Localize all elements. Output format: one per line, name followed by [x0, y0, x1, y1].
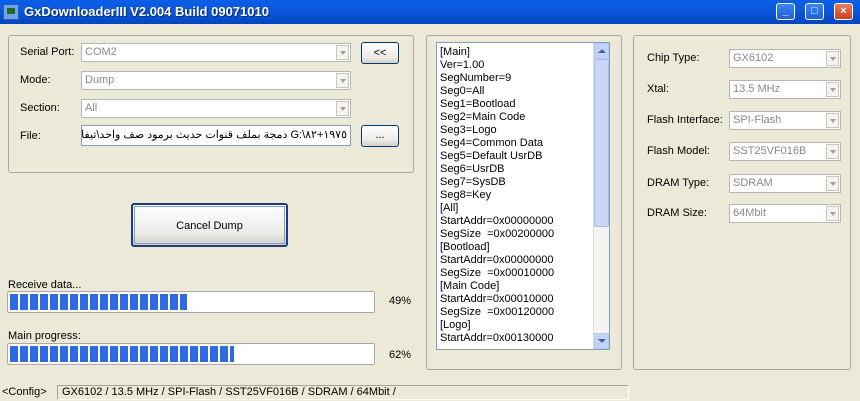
log-line: SegSize =0x00010000 — [440, 267, 555, 279]
chip-type-label: Chip Type: — [647, 52, 700, 64]
chevron-down-icon — [826, 113, 839, 128]
log-line: Seg0=All — [440, 85, 485, 97]
scroll-up-button[interactable] — [594, 43, 609, 59]
collapse-button[interactable]: << — [361, 42, 399, 64]
section-label: Section: — [20, 102, 60, 114]
main-progress-label: Main progress: — [8, 330, 81, 342]
xtal-value: 13.5 MHz — [733, 83, 781, 95]
receive-progress-bar — [7, 291, 375, 313]
flash-interface-select[interactable]: SPI-Flash — [729, 111, 841, 130]
scroll-up-icon — [598, 49, 606, 53]
chip-type-value: GX6102 — [733, 52, 774, 64]
dram-size-select[interactable]: 64Mbit — [729, 204, 841, 223]
flash-model-select[interactable]: SST25VF016B — [729, 142, 841, 161]
file-label: File: — [20, 130, 41, 142]
chevron-down-icon — [826, 206, 839, 221]
scroll-down-button[interactable] — [594, 333, 609, 349]
log-line: Seg7=SysDB — [440, 176, 506, 188]
log-line: Seg2=Main Code — [440, 111, 526, 123]
chevron-down-icon — [826, 51, 839, 66]
cancel-dump-button[interactable]: Cancel Dump — [131, 203, 288, 247]
log-line: Seg3=Logo — [440, 124, 497, 136]
dram-size-label: DRAM Size: — [647, 207, 707, 219]
mode-label: Mode: — [20, 74, 51, 86]
flash-model-value: SST25VF016B — [733, 145, 807, 157]
log-line: Seg6=UsrDB — [440, 163, 505, 175]
section-value: All — [85, 102, 98, 114]
close-button[interactable]: × — [834, 3, 853, 20]
chevron-down-icon — [826, 144, 839, 159]
log-line: Ver=1.00 — [440, 59, 485, 71]
serial-port-value: COM2 — [85, 46, 117, 58]
flash-interface-value: SPI-Flash — [733, 114, 782, 126]
log-line: [Bootload] — [440, 241, 490, 253]
dram-size-value: 64Mbit — [733, 207, 767, 219]
log-line: [Logo] — [440, 319, 471, 331]
log-line: StartAddr=0x00000000 — [440, 215, 554, 227]
status-tag: <Config> — [2, 386, 47, 398]
log-line: StartAddr=0x00010000 — [440, 293, 554, 305]
mode-value: Dump — [85, 74, 115, 86]
dram-type-select[interactable]: SDRAM — [729, 174, 841, 193]
log-line: Seg4=Common Data — [440, 137, 544, 149]
main-progress-fill — [10, 346, 235, 362]
flash-interface-label: Flash Interface: — [647, 114, 723, 126]
chevron-down-icon — [336, 101, 349, 116]
section-select[interactable]: All — [81, 99, 351, 118]
serial-port-label: Serial Port: — [20, 46, 75, 58]
log-line: [Main Code] — [440, 280, 500, 292]
main-percent: 62% — [389, 349, 412, 361]
status-summary: GX6102 / 13.5 MHz / SPI-Flash / SST25VF0… — [62, 386, 396, 398]
maximize-button[interactable]: □ — [805, 3, 824, 20]
dram-type-label: DRAM Type: — [647, 177, 710, 189]
flash-model-label: Flash Model: — [647, 145, 710, 157]
log-line: [All] — [440, 202, 459, 214]
segment-log-list[interactable]: [Main] Ver=1.00 SegNumber=9 Seg0=All Seg1=Bo… — [436, 42, 610, 350]
log-line: Seg1=Bootload — [440, 98, 516, 110]
log-line: StartAddr=0x00130000 — [440, 332, 554, 344]
chevron-down-icon — [826, 82, 839, 97]
file-path-input[interactable]: G:\۸۲+۱۹۷٥ دمجة بملف قنوات حديث برمود صف… — [81, 125, 351, 146]
xtal-label: Xtal: — [647, 83, 670, 95]
xtal-select[interactable]: 13.5 MHz — [729, 80, 841, 99]
dram-type-value: SDRAM — [733, 177, 773, 189]
log-line: Seg8=Key — [440, 189, 492, 201]
app-icon — [3, 4, 19, 20]
scroll-thumb[interactable] — [594, 59, 609, 227]
scroll-down-icon — [598, 339, 606, 343]
chevron-down-icon — [826, 176, 839, 191]
log-scrollbar[interactable] — [593, 43, 609, 349]
serial-port-select[interactable]: COM2 — [81, 43, 351, 62]
chevron-down-icon — [336, 45, 349, 60]
window-title: GxDownloaderIII V2.004 Build 09071010 — [24, 4, 269, 19]
log-line: StartAddr=0x00000000 — [440, 254, 554, 266]
status-bar: <Config> GX6102 / 13.5 MHz / SPI-Flash /… — [0, 384, 860, 401]
browse-button[interactable]: ... — [361, 125, 399, 147]
log-line: [Main] — [440, 46, 470, 58]
receive-percent: 49% — [389, 295, 412, 307]
log-line: SegSize =0x00200000 — [440, 228, 555, 240]
log-line: SegSize =0x00120000 — [440, 306, 555, 318]
chip-type-select[interactable]: GX6102 — [729, 49, 841, 68]
log-line: Seg5=Default UsrDB — [440, 150, 543, 162]
log-line: SegNumber=9 — [440, 72, 512, 84]
mode-select[interactable]: Dump — [81, 71, 351, 90]
main-progress-bar — [7, 343, 375, 365]
chevron-down-icon — [336, 73, 349, 88]
log-lines: [Main] Ver=1.00 SegNumber=9 Seg0=All Seg1=Bo… — [440, 46, 554, 345]
receive-progress-fill — [10, 294, 188, 310]
title-bar: GxDownloaderIII V2.004 Build 09071010 _ … — [0, 0, 860, 24]
receive-data-label: Receive data... — [8, 279, 82, 291]
minimize-button[interactable]: _ — [776, 3, 795, 20]
